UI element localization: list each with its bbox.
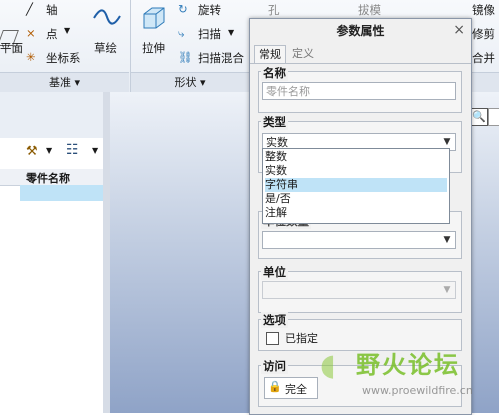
group-label: 形状 xyxy=(174,76,197,89)
plane-label[interactable]: 平面 xyxy=(0,40,23,56)
mirror-button[interactable]: 镜像 xyxy=(472,2,495,18)
axis-icon: ╱ xyxy=(26,2,33,16)
extrude-icon xyxy=(140,4,166,30)
merge-button[interactable]: 合并 xyxy=(472,50,495,66)
group-label: 基准 xyxy=(48,76,71,89)
show-list-icon[interactable]: ☷ xyxy=(66,142,79,158)
point-button[interactable]: 点 xyxy=(46,26,58,42)
list-item-highlighted[interactable]: 字符串 xyxy=(265,178,447,192)
chevron-down-icon[interactable]: ▼ xyxy=(92,146,98,155)
tab-general[interactable]: 常规 xyxy=(254,45,286,64)
tree-settings-icon[interactable]: ⚒ xyxy=(26,144,38,159)
list-item[interactable]: 注解 xyxy=(265,206,447,220)
list-item[interactable]: 是/否 xyxy=(265,192,447,206)
sweep-button[interactable]: 扫描 xyxy=(198,26,221,42)
extrude-button[interactable]: 拉伸 xyxy=(142,40,165,56)
table-row-selected[interactable] xyxy=(20,185,103,201)
revolve-icon: ↻ xyxy=(178,2,188,16)
watermark-logo-icon: ◖ xyxy=(320,348,336,383)
chevron-down-icon[interactable]: ▼ xyxy=(439,232,455,248)
coordinate-system-button[interactable]: 坐标系 xyxy=(46,50,81,66)
hole-button[interactable]: 孔 xyxy=(268,2,280,18)
lock-icon: 🔒 xyxy=(268,380,282,393)
type-options-list[interactable]: 整数 实数 字符串 是/否 注解 xyxy=(262,148,450,224)
specified-checkbox[interactable] xyxy=(266,332,279,345)
options-label: 选项 xyxy=(261,312,288,328)
watermark-url: www.proewildfire.cn xyxy=(362,384,473,397)
draft-button[interactable]: 拔模 xyxy=(358,2,381,18)
zoom-icon[interactable]: 🔍 xyxy=(470,108,488,126)
access-label: 访问 xyxy=(261,358,288,374)
unit-quantity-dropdown[interactable]: ▼ xyxy=(262,231,456,249)
type-label: 类型 xyxy=(261,114,288,130)
dialog-title: 参数属性 xyxy=(336,24,385,38)
chevron-down-icon[interactable]: ▼ xyxy=(46,146,52,155)
sweep-icon: ⤷ xyxy=(178,26,185,40)
column-header-label: 零件名称 xyxy=(26,172,70,185)
unit-label: 单位 xyxy=(261,264,288,280)
model-tree-header-area xyxy=(0,92,110,138)
name-input[interactable]: 零件名称 xyxy=(262,82,456,100)
tab-divider xyxy=(250,63,471,64)
datum-group-label[interactable]: 基准 ▾ xyxy=(0,72,129,93)
unit-dropdown[interactable]: ▼ xyxy=(262,281,456,299)
trim-button[interactable]: 修剪 xyxy=(472,26,495,42)
model-tree-panel xyxy=(0,92,110,413)
close-icon[interactable]: × xyxy=(453,22,465,38)
access-value: 完全 xyxy=(285,383,307,396)
chevron-down-icon[interactable]: ▼ xyxy=(228,28,234,37)
group-label-partial xyxy=(471,72,499,93)
name-label: 名称 xyxy=(261,65,288,81)
watermark-title: 野火论坛 xyxy=(356,351,460,379)
panel-splitter[interactable] xyxy=(103,92,110,413)
swept-blend-icon: ⛓ xyxy=(178,50,193,64)
point-icon: × xyxy=(26,26,36,40)
tab-definition[interactable]: 定义 xyxy=(288,45,318,63)
list-item[interactable]: 实数 xyxy=(265,164,447,178)
sketch-icon xyxy=(92,6,122,28)
sketch-button[interactable]: 草绘 xyxy=(94,40,117,56)
column-header[interactable]: 零件名称 xyxy=(0,169,103,186)
axis-button[interactable]: 轴 xyxy=(46,2,58,18)
specified-label: 已指定 xyxy=(285,332,318,345)
chevron-down-icon[interactable]: ▼ xyxy=(439,282,455,298)
chevron-down-icon[interactable]: ▼ xyxy=(64,26,70,35)
coordinate-system-icon: ✳ xyxy=(26,50,36,64)
list-item[interactable]: 整数 xyxy=(265,150,447,164)
shape-group-label[interactable]: 形状 ▾ xyxy=(131,72,249,93)
access-button[interactable]: 🔒 完全 xyxy=(264,377,318,399)
revolve-button[interactable]: 旋转 xyxy=(198,2,221,18)
swept-blend-button[interactable]: 扫描混合 xyxy=(198,50,244,66)
toolbar-partial[interactable] xyxy=(488,108,499,126)
